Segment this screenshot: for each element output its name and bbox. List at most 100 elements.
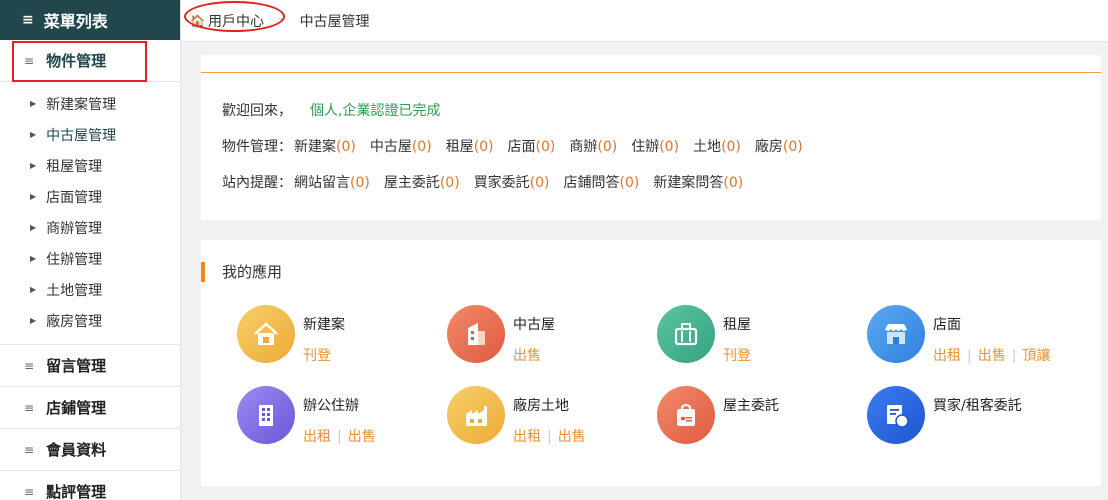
app-link-sell[interactable]: 出售 (348, 429, 376, 445)
caret-right-icon: ▶ (30, 130, 37, 139)
caret-right-icon: ▶ (30, 161, 37, 170)
menu-icon: ≡ (22, 12, 34, 28)
divider: | (547, 429, 552, 445)
breadcrumb-current: 中古屋管理 (299, 13, 370, 30)
sidebar-item-label: 租屋管理 (46, 158, 103, 175)
sidebar-item-label: 新建案管理 (46, 96, 117, 113)
sidebar-section-label: 會員資料 (46, 441, 107, 459)
factory-icon (447, 386, 505, 444)
sidebar-title: 菜單列表 (43, 12, 108, 31)
summary-link[interactable]: 廠房(0) (755, 139, 803, 155)
reminder-link[interactable]: 屋主委託(0) (384, 175, 460, 191)
sidebar-section-member[interactable]: ≡ 會員資料 (0, 429, 180, 471)
app-name: 中古屋 (513, 317, 555, 333)
app-link-publish[interactable]: 刊登 (723, 348, 751, 364)
reminder-link[interactable]: 網站留言(0) (294, 175, 370, 191)
reminder-link[interactable]: 新建案問答(0) (653, 175, 743, 191)
sidebar-item-rent[interactable]: ▶ 租屋管理 (0, 150, 180, 181)
house-icon (237, 305, 295, 363)
sidebar-submenu: ▶ 新建案管理 ▶ 中古屋管理 ▶ 租屋管理 ▶ 店面管理 ▶ 商辦管理 ▶ 住辦管理 ▶ 土… (0, 82, 180, 345)
sidebar-section-messages[interactable]: ≡ 留言管理 (0, 345, 180, 387)
app-office[interactable]: 辦公住辦 出租 | 出售 (237, 386, 376, 446)
caret-right-icon: ▶ (30, 192, 37, 201)
sidebar-item-live-office[interactable]: ▶ 住辦管理 (0, 243, 180, 274)
list-icon: ≡ (24, 442, 35, 457)
app-rent[interactable]: 租屋 刊登 (657, 305, 751, 365)
sidebar-item-office[interactable]: ▶ 商辦管理 (0, 212, 180, 243)
summary-link[interactable]: 店面(0) (508, 139, 556, 155)
app-name: 租屋 (723, 317, 751, 333)
summary-link[interactable]: 土地(0) (693, 139, 741, 155)
sidebar-section-shop[interactable]: ≡ 店鋪管理 (0, 387, 180, 429)
sidebar-section-review[interactable]: ≡ 點評管理 (0, 471, 180, 500)
sidebar-item-new-project[interactable]: ▶ 新建案管理 (0, 88, 180, 119)
document-hand-icon (867, 386, 925, 444)
summary-link[interactable]: 住辦(0) (631, 139, 679, 155)
app-new-project[interactable]: 新建案 刊登 (237, 305, 345, 365)
app-link-rent[interactable]: 出租 (933, 348, 961, 364)
divider: | (1011, 348, 1017, 364)
list-icon: ≡ (24, 358, 35, 373)
sidebar-item-label: 商辦管理 (46, 220, 103, 237)
my-apps-panel: 我的應用 新建案 刊登 中古屋 出售 租屋 刊登 店面 出租 | 出售 | 頂讓… (201, 240, 1101, 486)
app-buyer-commission[interactable]: 買家/租客委託 (867, 386, 1022, 444)
sidebar-item-label: 店面管理 (46, 189, 103, 206)
app-link-sell[interactable]: 出售 (558, 429, 586, 445)
sidebar-item-land[interactable]: ▶ 土地管理 (0, 274, 180, 305)
app-owner-commission[interactable]: 屋主委託 (657, 386, 779, 444)
summary-link[interactable]: 中古屋(0) (370, 139, 432, 155)
red-highlight-circle (184, 0, 285, 32)
app-link-rent[interactable]: 出租 (513, 429, 541, 445)
red-highlight-box (12, 41, 147, 82)
list-icon: ≡ (24, 484, 35, 499)
reminder-link[interactable]: 買家委託(0) (474, 175, 550, 191)
app-link-sell[interactable]: 出售 (978, 348, 1006, 364)
app-link-rent[interactable]: 出租 (303, 429, 331, 445)
app-store[interactable]: 店面 出租 | 出售 | 頂讓 (867, 305, 1050, 365)
my-apps-title: 我的應用 (201, 262, 282, 282)
welcome-greeting: 歡迎回來， (222, 103, 292, 119)
property-summary-row: 物件管理： 新建案(0) 中古屋(0) 租屋(0) 店面(0) 商辦(0) 住辦(0) 土地(… (222, 136, 817, 156)
reminder-link[interactable]: 店鋪問答(0) (564, 175, 640, 191)
app-name: 辦公住辦 (303, 398, 359, 414)
office-building-icon (237, 386, 295, 444)
property-summary-label: 物件管理： (222, 139, 292, 155)
sidebar: ≡ 菜單列表 ≡ 物件管理 ▶ 新建案管理 ▶ 中古屋管理 ▶ 租屋管理 ▶ 店面管理 … (0, 0, 181, 500)
suitcase-icon (657, 305, 715, 363)
app-link-transfer[interactable]: 頂讓 (1022, 348, 1050, 364)
sidebar-section-property[interactable]: ≡ 物件管理 (0, 40, 180, 82)
reminder-row: 站內提醒： 網站留言(0) 屋主委託(0) 買家委託(0) 店鋪問答(0) 新建案問答(0… (222, 172, 757, 192)
app-second-hand[interactable]: 中古屋 出售 (447, 305, 555, 365)
app-link-sell[interactable]: 出售 (513, 348, 541, 364)
app-name: 廠房土地 (513, 398, 569, 414)
welcome-panel: 歡迎回來， 個人,企業認證已完成 物件管理： 新建案(0) 中古屋(0) 租屋(0) 店面… (201, 55, 1101, 220)
sidebar-section-label: 店鋪管理 (46, 399, 107, 417)
divider (201, 72, 1101, 73)
reminder-label: 站內提醒： (222, 175, 292, 191)
summary-link[interactable]: 新建案(0) (294, 139, 356, 155)
summary-link[interactable]: 商辦(0) (569, 139, 617, 155)
app-factory-land[interactable]: 廠房土地 出租 | 出售 (447, 386, 586, 446)
breadcrumb-home[interactable]: 🏠 用戶中心 (184, 0, 285, 32)
caret-right-icon: ▶ (30, 316, 37, 325)
bag-icon (657, 386, 715, 444)
summary-link[interactable]: 租屋(0) (446, 139, 494, 155)
building-icon (447, 305, 505, 363)
sidebar-item-label: 土地管理 (46, 282, 103, 299)
sidebar-section-label: 點評管理 (46, 483, 107, 500)
caret-right-icon: ▶ (30, 254, 37, 263)
sidebar-header: ≡ 菜單列表 (0, 0, 180, 40)
breadcrumb: 🏠 用戶中心 › 中古屋管理 (181, 0, 1108, 42)
sidebar-item-factory[interactable]: ▶ 廠房管理 (0, 305, 180, 336)
app-link-publish[interactable]: 刊登 (303, 348, 331, 364)
caret-right-icon: ▶ (30, 99, 37, 108)
caret-right-icon: ▶ (30, 223, 37, 232)
welcome-row: 歡迎回來， 個人,企業認證已完成 (222, 100, 440, 120)
app-name: 屋主委託 (723, 398, 779, 414)
app-name: 新建案 (303, 317, 345, 333)
divider: | (967, 348, 972, 364)
divider: | (337, 429, 342, 445)
sidebar-item-store[interactable]: ▶ 店面管理 (0, 181, 180, 212)
sidebar-item-label: 住辦管理 (46, 251, 103, 268)
sidebar-item-second-hand[interactable]: ▶ 中古屋管理 (0, 119, 180, 150)
